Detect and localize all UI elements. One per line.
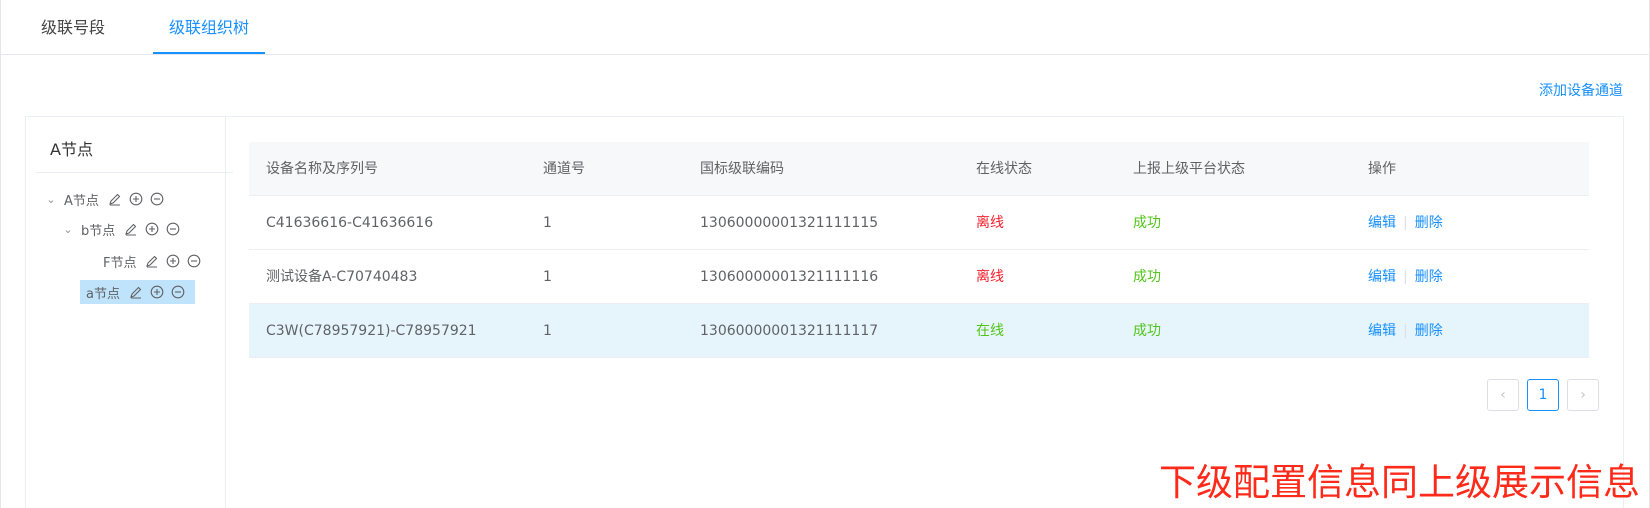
operations-cell: 编辑 | 删除 — [1368, 196, 1443, 250]
gb-code-cell: 13060000001321111116 — [700, 269, 879, 285]
online-status-cell: 在线 — [976, 323, 1004, 339]
add-circle-icon[interactable] — [149, 284, 165, 300]
add-circle-icon[interactable] — [128, 191, 144, 207]
tab-number-segment[interactable]: 级联号段 — [41, 0, 105, 55]
device-name-cell: C3W(C78957921)-C78957921 — [266, 323, 477, 339]
channel-cell: 1 — [543, 269, 552, 285]
device-name-cell: C41636616-C41636616 — [266, 215, 434, 231]
online-status-cell: 离线 — [976, 269, 1004, 285]
device-name-cell: 测试设备A-C70740483 — [266, 269, 418, 285]
divider: | — [1403, 269, 1408, 285]
edit-link[interactable]: 编辑 — [1368, 215, 1396, 231]
annotation-text: 下级配置信息同上级展示信息 — [1159, 461, 1640, 504]
edit-icon[interactable] — [123, 221, 139, 237]
tree-divider — [36, 172, 233, 173]
gb-code-cell: 13060000001321111115 — [700, 215, 879, 231]
gb-code-cell: 13060000001321111117 — [700, 323, 879, 339]
column-header: 操作 — [1368, 161, 1396, 177]
chevron-down-icon[interactable]: ⌄ — [44, 193, 58, 206]
edit-link[interactable]: 编辑 — [1368, 269, 1396, 285]
table-row: C3W(C78957921)-C78957921 1 1306000000132… — [249, 304, 1589, 358]
page-number-button[interactable]: 1 — [1527, 379, 1559, 411]
tree-node-label: b节点 — [81, 223, 116, 239]
online-status-cell: 离线 — [976, 215, 1004, 231]
channel-cell: 1 — [543, 323, 552, 339]
tree-node-b[interactable]: ⌄ b节点 — [61, 217, 186, 241]
column-header: 设备名称及序列号 — [266, 161, 378, 177]
add-circle-icon[interactable] — [144, 221, 160, 237]
tree-node-a-root[interactable]: ⌄ A节点 — [44, 187, 170, 211]
chevron-down-icon[interactable]: ⌄ — [61, 223, 75, 236]
tree-node-f[interactable]: F节点 — [103, 249, 207, 273]
operations-cell: 编辑 | 删除 — [1368, 250, 1443, 304]
tree-node-label: A节点 — [64, 193, 99, 209]
divider: | — [1403, 215, 1408, 231]
tree-node-label: F节点 — [103, 255, 137, 271]
tab-org-tree[interactable]: 级联组织树 — [169, 0, 249, 55]
report-status-cell: 成功 — [1133, 215, 1161, 231]
table-row: C41636616-C41636616 1 130600000013211111… — [249, 196, 1589, 250]
column-header: 通道号 — [543, 161, 585, 177]
remove-circle-icon[interactable] — [186, 253, 202, 269]
delete-link[interactable]: 删除 — [1415, 215, 1443, 231]
divider: | — [1403, 323, 1408, 339]
operations-cell: 编辑 | 删除 — [1368, 304, 1443, 358]
tree-node-a-child[interactable]: a节点 — [80, 280, 195, 304]
column-header: 在线状态 — [976, 161, 1032, 177]
edit-link[interactable]: 编辑 — [1368, 323, 1396, 339]
column-header: 上报上级平台状态 — [1133, 161, 1245, 177]
next-page-button[interactable]: › — [1567, 379, 1599, 411]
add-circle-icon[interactable] — [165, 253, 181, 269]
active-tab-indicator — [153, 52, 265, 54]
remove-circle-icon[interactable] — [170, 284, 186, 300]
table-row: 测试设备A-C70740483 1 13060000001321111116 离… — [249, 250, 1589, 304]
column-header: 国标级联编码 — [700, 161, 784, 177]
channel-cell: 1 — [543, 215, 552, 231]
edit-icon[interactable] — [144, 253, 160, 269]
table-header: 设备名称及序列号 通道号 国标级联编码 在线状态 上报上级平台状态 操作 — [249, 142, 1589, 196]
remove-circle-icon[interactable] — [165, 221, 181, 237]
report-status-cell: 成功 — [1133, 323, 1161, 339]
tree-node-label: a节点 — [86, 286, 120, 302]
prev-page-button[interactable]: ‹ — [1487, 379, 1519, 411]
delete-link[interactable]: 删除 — [1415, 323, 1443, 339]
remove-circle-icon[interactable] — [149, 191, 165, 207]
edit-icon[interactable] — [128, 284, 144, 300]
delete-link[interactable]: 删除 — [1415, 269, 1443, 285]
edit-icon[interactable] — [107, 191, 123, 207]
add-device-channel-link[interactable]: 添加设备通道 — [1539, 80, 1623, 100]
report-status-cell: 成功 — [1133, 269, 1161, 285]
tree-title: A节点 — [50, 140, 93, 159]
org-tree-pane: A节点 ⌄ A节点 ⌄ b节点 F节点 a节点 — [26, 117, 233, 508]
left-border — [0, 0, 1, 508]
tab-bar: 级联号段 级联组织树 — [0, 0, 1650, 55]
